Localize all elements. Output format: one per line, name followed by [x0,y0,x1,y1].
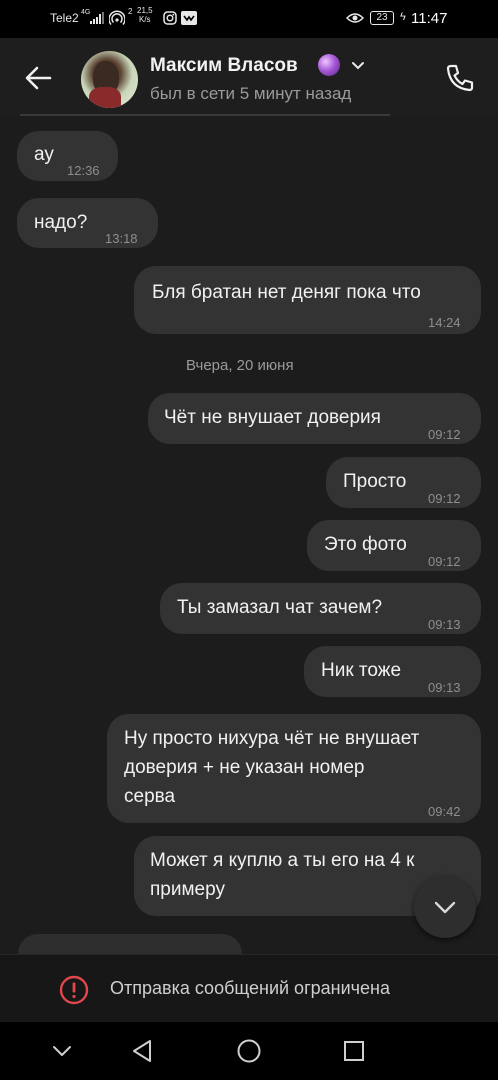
carrier-label: Tele2 [50,11,79,25]
recents-square-icon[interactable] [339,1036,369,1066]
back-triangle-icon[interactable] [128,1036,158,1066]
message-time: 13:18 [105,231,138,246]
message-bubble-incoming[interactable]: ау 12:36 [17,131,118,181]
back-arrow-icon [25,66,52,90]
message-time: 14:24 [428,315,461,330]
chevron-down-icon [434,901,456,914]
back-button[interactable] [20,60,56,96]
message-time: 09:42 [428,804,461,819]
date-separator-label: Вчера, 20 июня [186,357,294,374]
message-time: 09:12 [428,491,461,506]
message-time: 09:13 [428,680,461,695]
message-text: надо? [34,212,88,233]
message-text: Ник тоже [321,660,402,681]
message-bubble-outgoing[interactable]: Чёт не внушает доверия 09:12 [148,393,481,444]
battery-indicator: 23 [370,11,394,25]
message-text: Ты замазал чат зачем? [177,597,383,618]
message-bubble-incoming[interactable] [18,934,242,954]
restriction-text: Отправка сообщений ограничена [110,978,390,998]
crystal-ball-emoji [318,54,340,76]
warning-icon [59,975,89,1005]
avatar[interactable] [81,51,138,108]
message-time: 09:12 [428,554,461,569]
message-text: ау [34,144,54,165]
message-bubble-outgoing[interactable]: Ник тоже 09:13 [304,646,481,697]
speed-value: 21,5 [137,6,153,15]
restriction-banner: Отправка сообщений ограничена [0,954,498,1022]
message-bubble-outgoing[interactable]: Просто 09:12 [326,457,481,508]
message-text-line: примеру [150,879,225,900]
message-bubble-outgoing[interactable]: Бля братан нет деняг пока что 14:24 [134,266,481,334]
message-list[interactable]: ау 12:36 надо? 13:18 Бля братан нет деня… [0,116,498,954]
system-navigation-bar [0,1022,498,1080]
message-bubble-incoming[interactable]: надо? 13:18 [17,198,158,248]
network-type: 4G [81,9,91,16]
vk-notification-icon [181,11,197,25]
message-text: Чёт не внушает доверия [164,407,381,428]
message-time: 09:13 [428,617,461,632]
call-button[interactable] [440,58,480,98]
message-text: Просто [343,471,407,492]
speed-unit: K/s [139,15,151,24]
contact-status: был в сети 5 минут назад [150,84,352,103]
eye-comfort-icon [346,13,364,23]
home-circle-icon[interactable] [234,1036,264,1066]
signal-icon [90,12,104,24]
message-time: 12:36 [67,163,100,178]
clock: 11:47 [411,10,448,27]
sim-badge: 2 [128,7,133,16]
scroll-to-bottom-button[interactable] [414,876,476,938]
message-text-line: доверия + не указан номер [124,757,365,778]
phone-icon [446,64,474,92]
message-bubble-outgoing[interactable]: Ну просто нихура чёт не внушает доверия … [107,714,481,823]
chat-header: Максим Власов был в сети 5 минут назад [0,38,498,116]
charging-icon: ϟ [400,11,406,23]
message-text-line: Может я куплю а ты его на 4 к [150,850,415,871]
network-speed: 21,5 K/s [137,6,153,24]
message-text: Это фото [324,534,407,555]
chevron-down-icon[interactable] [350,60,366,72]
contact-name[interactable]: Максим Власов [150,55,298,77]
message-text-line: Ну просто нихура чёт не внушает [124,728,420,749]
message-text-line: серва [124,786,176,807]
status-bar: Tele2 4G 2 21,5 K/s 23 ϟ 11:47 [0,0,498,38]
message-time: 09:12 [428,427,461,442]
hotspot-icon [109,10,125,25]
instagram-icon [163,11,177,25]
message-bubble-outgoing[interactable]: Это фото 09:12 [307,520,481,571]
avatar-shirt [89,87,121,108]
chevron-down-icon[interactable] [47,1036,77,1066]
message-text: Бля братан нет деняг пока что [152,282,421,303]
message-bubble-outgoing[interactable]: Ты замазал чат зачем? 09:13 [160,583,481,634]
